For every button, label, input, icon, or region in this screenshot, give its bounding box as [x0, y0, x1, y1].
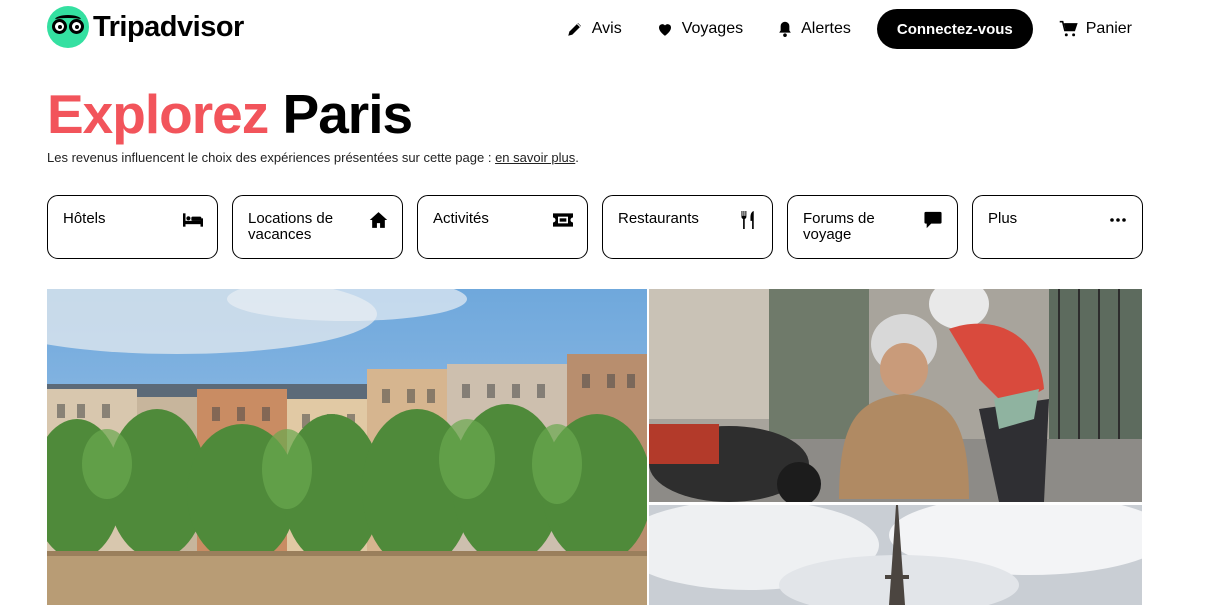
nav-cart-label: Panier [1085, 20, 1132, 37]
bed-icon [183, 210, 203, 230]
top-nav: Avis Voyages Alertes Connectez-vous Pani… [532, 9, 1132, 49]
ticket-icon [553, 210, 573, 230]
category-hotels[interactable]: Hôtels [47, 195, 218, 259]
photo-sidecar-tour[interactable] [649, 289, 1142, 502]
category-label: Locations de vacances [248, 210, 334, 243]
hero-photo-paris-riverbank[interactable] [47, 289, 647, 605]
heart-icon [658, 24, 671, 36]
category-restaurants[interactable]: Restaurants [602, 195, 773, 259]
tripadvisor-logo[interactable]: Tripadvisor [47, 6, 244, 48]
category-label: Hôtels [63, 210, 106, 227]
category-label: Forums de voyage [803, 210, 875, 243]
more-dots-icon [1108, 210, 1128, 230]
category-more[interactable]: Plus [972, 195, 1143, 259]
site-header: Tripadvisor Avis Voyages Alertes Connect… [0, 0, 1206, 60]
category-cards: Hôtels Locations de vacances Activités R… [47, 195, 1143, 259]
nav-alertes-label: Alertes [801, 20, 851, 37]
notice-text: Les revenus influencent le choix des exp… [47, 150, 496, 165]
nav-voyages[interactable]: Voyages [656, 20, 743, 38]
pencil-icon [568, 23, 581, 36]
chat-bubble-icon [923, 210, 943, 230]
category-travel-forums[interactable]: Forums de voyage [787, 195, 958, 259]
nav-cart[interactable]: Panier [1059, 20, 1132, 38]
nav-avis[interactable]: Avis [566, 20, 622, 38]
photo-eiffel-tower[interactable] [649, 505, 1142, 605]
category-label: Plus [988, 210, 1018, 227]
home-icon [368, 210, 388, 230]
page-title: Explorez Paris [47, 82, 414, 146]
category-activities[interactable]: Activités [417, 195, 588, 259]
learn-more-link[interactable]: en savoir plus [495, 150, 575, 165]
notice-end: . [575, 150, 579, 165]
title-accent: Explorez [47, 83, 269, 145]
logo-text: Tripadvisor [93, 10, 244, 43]
category-vacation-rentals[interactable]: Locations de vacances [232, 195, 403, 259]
category-label: Restaurants [618, 210, 699, 227]
utensils-icon [738, 210, 758, 230]
category-label: Activités [433, 210, 489, 227]
owl-logo-icon [47, 6, 89, 48]
signin-button[interactable]: Connectez-vous [876, 9, 1033, 49]
nav-voyages-label: Voyages [681, 20, 744, 37]
bell-icon [779, 21, 791, 37]
cart-icon [1059, 20, 1078, 37]
title-city: Paris [282, 83, 414, 145]
nav-avis-label: Avis [591, 20, 622, 37]
nav-alertes[interactable]: Alertes [777, 20, 851, 38]
revenue-notice: Les revenus influencent le choix des exp… [47, 150, 579, 165]
